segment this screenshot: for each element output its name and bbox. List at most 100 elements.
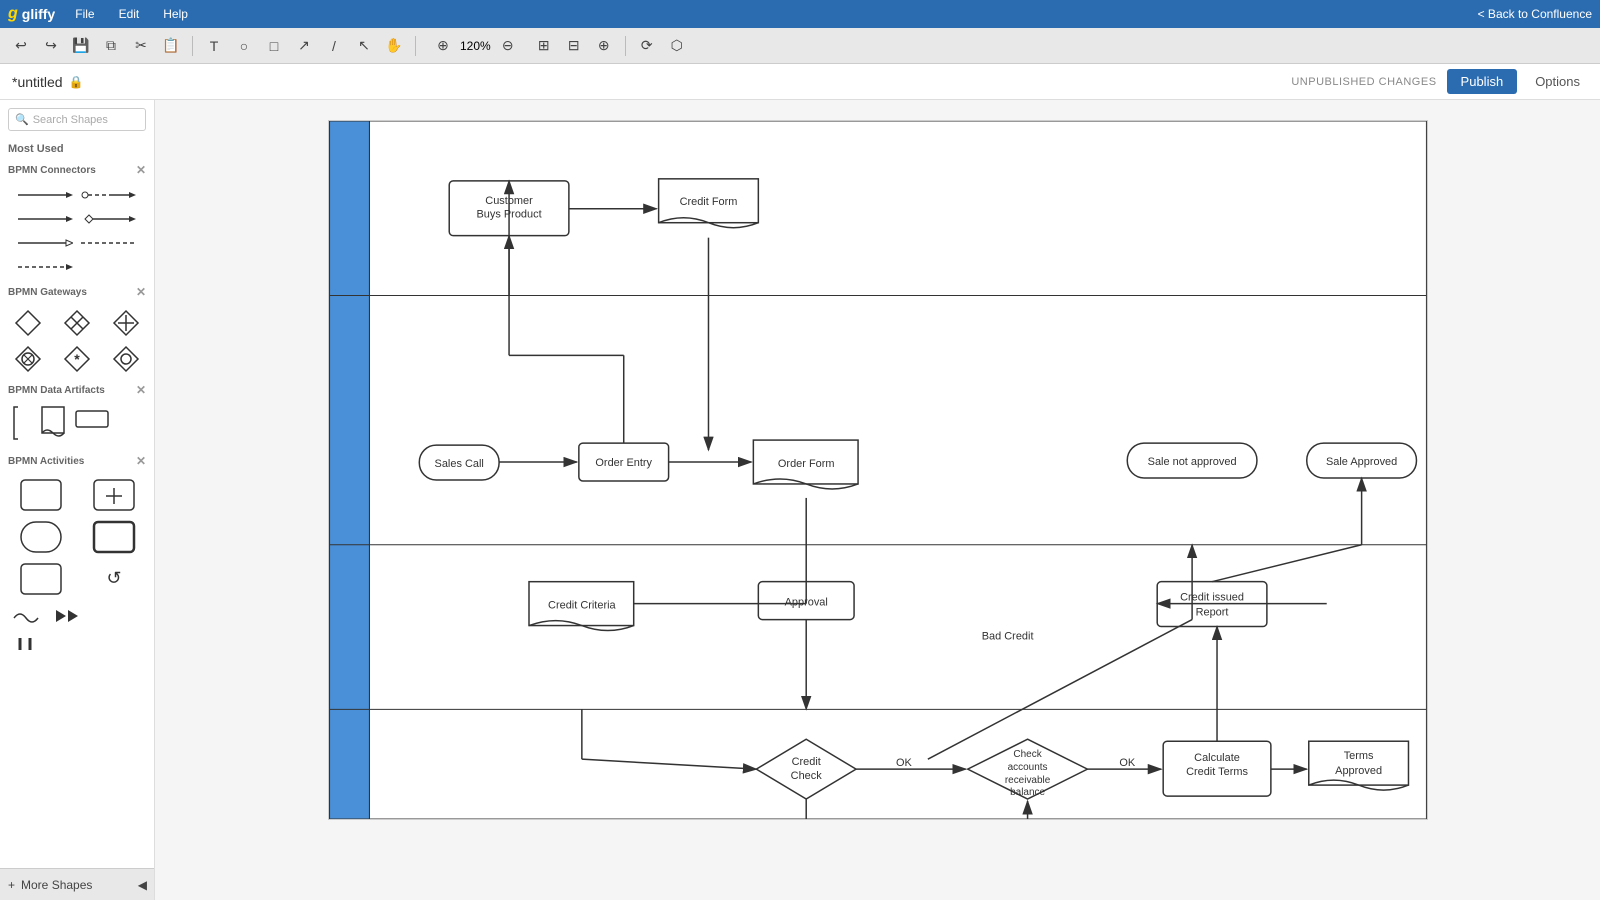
svg-text:*: * (74, 351, 80, 367)
menu-help[interactable]: Help (159, 5, 192, 23)
menu-edit[interactable]: Edit (115, 5, 144, 23)
svg-text:accounts: accounts (1007, 762, 1047, 773)
layers-button[interactable]: ⬡ (664, 33, 690, 59)
text-tool[interactable]: T (201, 33, 227, 59)
svg-text:receivable: receivable (1004, 775, 1050, 786)
more-shapes-button[interactable]: + More Shapes ◀ (0, 868, 155, 900)
cut-button[interactable]: ✂ (128, 33, 154, 59)
wave-shape[interactable] (12, 606, 42, 626)
search-placeholder: Search Shapes (33, 114, 108, 126)
add-button[interactable]: ⊕ (591, 33, 617, 59)
svg-text:Check: Check (790, 770, 822, 782)
plain-arrow[interactable] (18, 235, 73, 251)
document-title[interactable]: *untitled (12, 74, 63, 90)
lock-icon: 🔒 (69, 75, 84, 89)
zoom-level: 120% (460, 39, 491, 53)
connector-row-4 (8, 255, 146, 279)
search-box[interactable]: 🔍 Search Shapes (8, 108, 146, 131)
refresh-button[interactable]: ⟳ (634, 33, 660, 59)
line-tool[interactable]: / (321, 33, 347, 59)
credit-form-label: Credit Form (679, 196, 737, 208)
bpmn-diagram: CUSTOMER SALES MANAGEMENT CREDIT DEPARTM… (329, 121, 1427, 819)
credit-criteria-label: Credit Criteria (548, 600, 616, 612)
grid-button[interactable]: ⊟ (561, 33, 587, 59)
connectors-shapes (0, 181, 154, 281)
activity-refresh[interactable]: ↺ (81, 562, 146, 596)
double-back-arrow[interactable] (54, 606, 84, 626)
gateway-circle[interactable] (105, 345, 146, 373)
publish-button[interactable]: Publish (1447, 69, 1518, 94)
connector-row-3 (8, 231, 146, 255)
app-logo: g gliffy (8, 5, 55, 23)
svg-text:balance: balance (1010, 787, 1045, 798)
dashed-arrow[interactable] (18, 259, 73, 275)
rect-tool[interactable]: □ (261, 33, 287, 59)
data-document[interactable] (40, 405, 66, 446)
menu-file[interactable]: File (71, 5, 98, 23)
terms-approved-label: Terms (1343, 750, 1373, 762)
menubar: g gliffy File Edit Help < Back to Conflu… (0, 0, 1600, 28)
copy-button[interactable]: ⧉ (98, 33, 124, 59)
dashed-line[interactable] (81, 235, 136, 251)
separator-1 (192, 36, 193, 56)
activity-highlighted[interactable] (81, 520, 146, 554)
paste-button[interactable]: 📋 (158, 33, 184, 59)
header-actions: UNPUBLISHED CHANGES Publish Options (1291, 69, 1588, 94)
section-bpmn-connectors[interactable]: BPMN Connectors ✕ (0, 159, 154, 181)
diamond-arrow[interactable] (81, 211, 136, 227)
more-shapes-icon: + (8, 878, 15, 892)
separator-3 (625, 36, 626, 56)
gateway-plain[interactable] (8, 309, 49, 337)
section-bpmn-activities[interactable]: BPMN Activities ✕ (0, 450, 154, 472)
solid-arrow[interactable] (18, 187, 73, 203)
ok-label-1: OK (896, 757, 913, 769)
activity-rounded-plain[interactable] (8, 520, 73, 554)
order-form-label: Order Form (777, 458, 834, 470)
calculate-credit-terms-label: Calculate (1194, 752, 1240, 764)
dashed-arrow-circle[interactable] (81, 187, 136, 203)
select-tool[interactable]: ↖ (351, 33, 377, 59)
data-store[interactable] (74, 405, 110, 446)
activity-plus[interactable] (81, 478, 146, 512)
activities-shapes: ↺ (0, 472, 154, 602)
section-bpmn-gateways[interactable]: BPMN Gateways ✕ (0, 281, 154, 303)
activity-plain[interactable] (8, 478, 73, 512)
close-activities-icon[interactable]: ✕ (136, 454, 146, 468)
zoom-out-button[interactable]: ⊖ (495, 33, 521, 59)
connector-tool[interactable]: ↗ (291, 33, 317, 59)
close-gateways-icon[interactable]: ✕ (136, 285, 146, 299)
connector-row-1 (8, 183, 146, 207)
hand-tool[interactable]: ✋ (381, 33, 407, 59)
activity-large[interactable] (8, 562, 73, 596)
back-to-confluence[interactable]: < Back to Confluence (1478, 7, 1592, 21)
gateway-x[interactable] (57, 309, 98, 337)
svg-text:Approved: Approved (1335, 765, 1382, 777)
collapse-icon[interactable]: ◀ (138, 878, 147, 892)
undo-button[interactable]: ↩ (8, 33, 34, 59)
most-used-label: Most Used (0, 139, 154, 159)
diagram-container: CUSTOMER SALES MANAGEMENT CREDIT DEPARTM… (328, 120, 1428, 820)
close-connectors-icon[interactable]: ✕ (136, 163, 146, 177)
data-artifacts-shapes (0, 401, 154, 450)
svg-text:Report: Report (1195, 607, 1228, 619)
save-button[interactable]: 💾 (68, 33, 94, 59)
redo-button[interactable]: ↪ (38, 33, 64, 59)
bad-credit-label: Bad Credit (981, 631, 1033, 643)
ok-label-2: OK (1119, 757, 1136, 769)
search-icon: 🔍 (15, 113, 29, 126)
close-data-icon[interactable]: ✕ (136, 383, 146, 397)
circle-tool[interactable]: ○ (231, 33, 257, 59)
zoom-in-button[interactable]: ⊕ (430, 33, 456, 59)
gateway-plus[interactable] (105, 309, 146, 337)
separator-2 (415, 36, 416, 56)
gateway-asterisk[interactable]: * (57, 345, 98, 373)
data-bracket[interactable] (10, 405, 32, 446)
canvas[interactable]: CUSTOMER SALES MANAGEMENT CREDIT DEPARTM… (155, 100, 1600, 900)
fit-button[interactable]: ⊞ (531, 33, 557, 59)
options-button[interactable]: Options (1527, 70, 1588, 93)
section-activities-label: BPMN Activities (8, 456, 84, 467)
pause-shape[interactable] (12, 634, 42, 654)
gateway-circle-x[interactable] (8, 345, 49, 373)
double-arrow[interactable] (18, 211, 73, 227)
section-bpmn-data[interactable]: BPMN Data Artifacts ✕ (0, 379, 154, 401)
